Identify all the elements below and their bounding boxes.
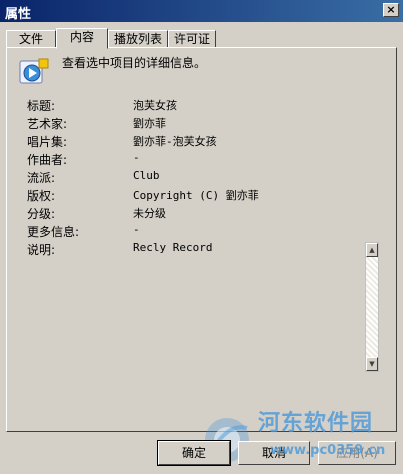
scroll-down-arrow-icon[interactable]: ▼ [366, 357, 378, 371]
composer-value: - [133, 151, 140, 164]
copyright-value: Copyright (C) 劉亦菲 [133, 189, 259, 202]
rating-value: 未分级 [133, 207, 166, 220]
genre-value: Club [133, 169, 160, 182]
album-value: 劉亦菲-泡芙女孩 [133, 135, 217, 148]
artist-value: 劉亦菲 [133, 117, 166, 130]
title-value: 泡芙女孩 [133, 99, 177, 112]
media-player-icon [19, 58, 49, 86]
rating-label: 分级: [27, 207, 56, 221]
content-panel: 查看选中项目的详细信息。 标题: 泡芙女孩 艺术家: 劉亦菲 唱片集: 劉亦菲-… [6, 47, 397, 432]
tab-license[interactable]: 许可证 [168, 30, 216, 48]
notes-value: Recly Record [133, 241, 213, 254]
artist-label: 艺术家: [27, 117, 68, 131]
window-title: 属性 [5, 7, 32, 22]
tab-file[interactable]: 文件 [6, 30, 56, 48]
copyright-label: 版权: [27, 189, 56, 203]
tab-playlist[interactable]: 播放列表 [108, 30, 168, 48]
tab-content[interactable]: 内容 [56, 28, 108, 49]
title-bar: 属性 × [0, 0, 403, 22]
notes-scrollbar[interactable]: ▲ ▼ [365, 242, 379, 372]
album-label: 唱片集: [27, 135, 68, 149]
ok-button[interactable]: 确定 [157, 440, 231, 466]
genre-label: 流派: [27, 171, 56, 185]
close-button[interactable]: × [383, 3, 399, 17]
watermark-brand: 河东软件园 [258, 411, 374, 436]
more-info-label: 更多信息: [27, 225, 80, 239]
notes-label: 说明: [27, 243, 56, 257]
composer-label: 作曲者: [27, 153, 68, 167]
scroll-up-arrow-icon[interactable]: ▲ [366, 243, 378, 257]
title-label: 标题: [27, 99, 56, 113]
more-info-value: - [133, 223, 140, 236]
description-text: 查看选中项目的详细信息。 [62, 56, 207, 70]
watermark-url: www.pc0359.cn [270, 443, 386, 458]
